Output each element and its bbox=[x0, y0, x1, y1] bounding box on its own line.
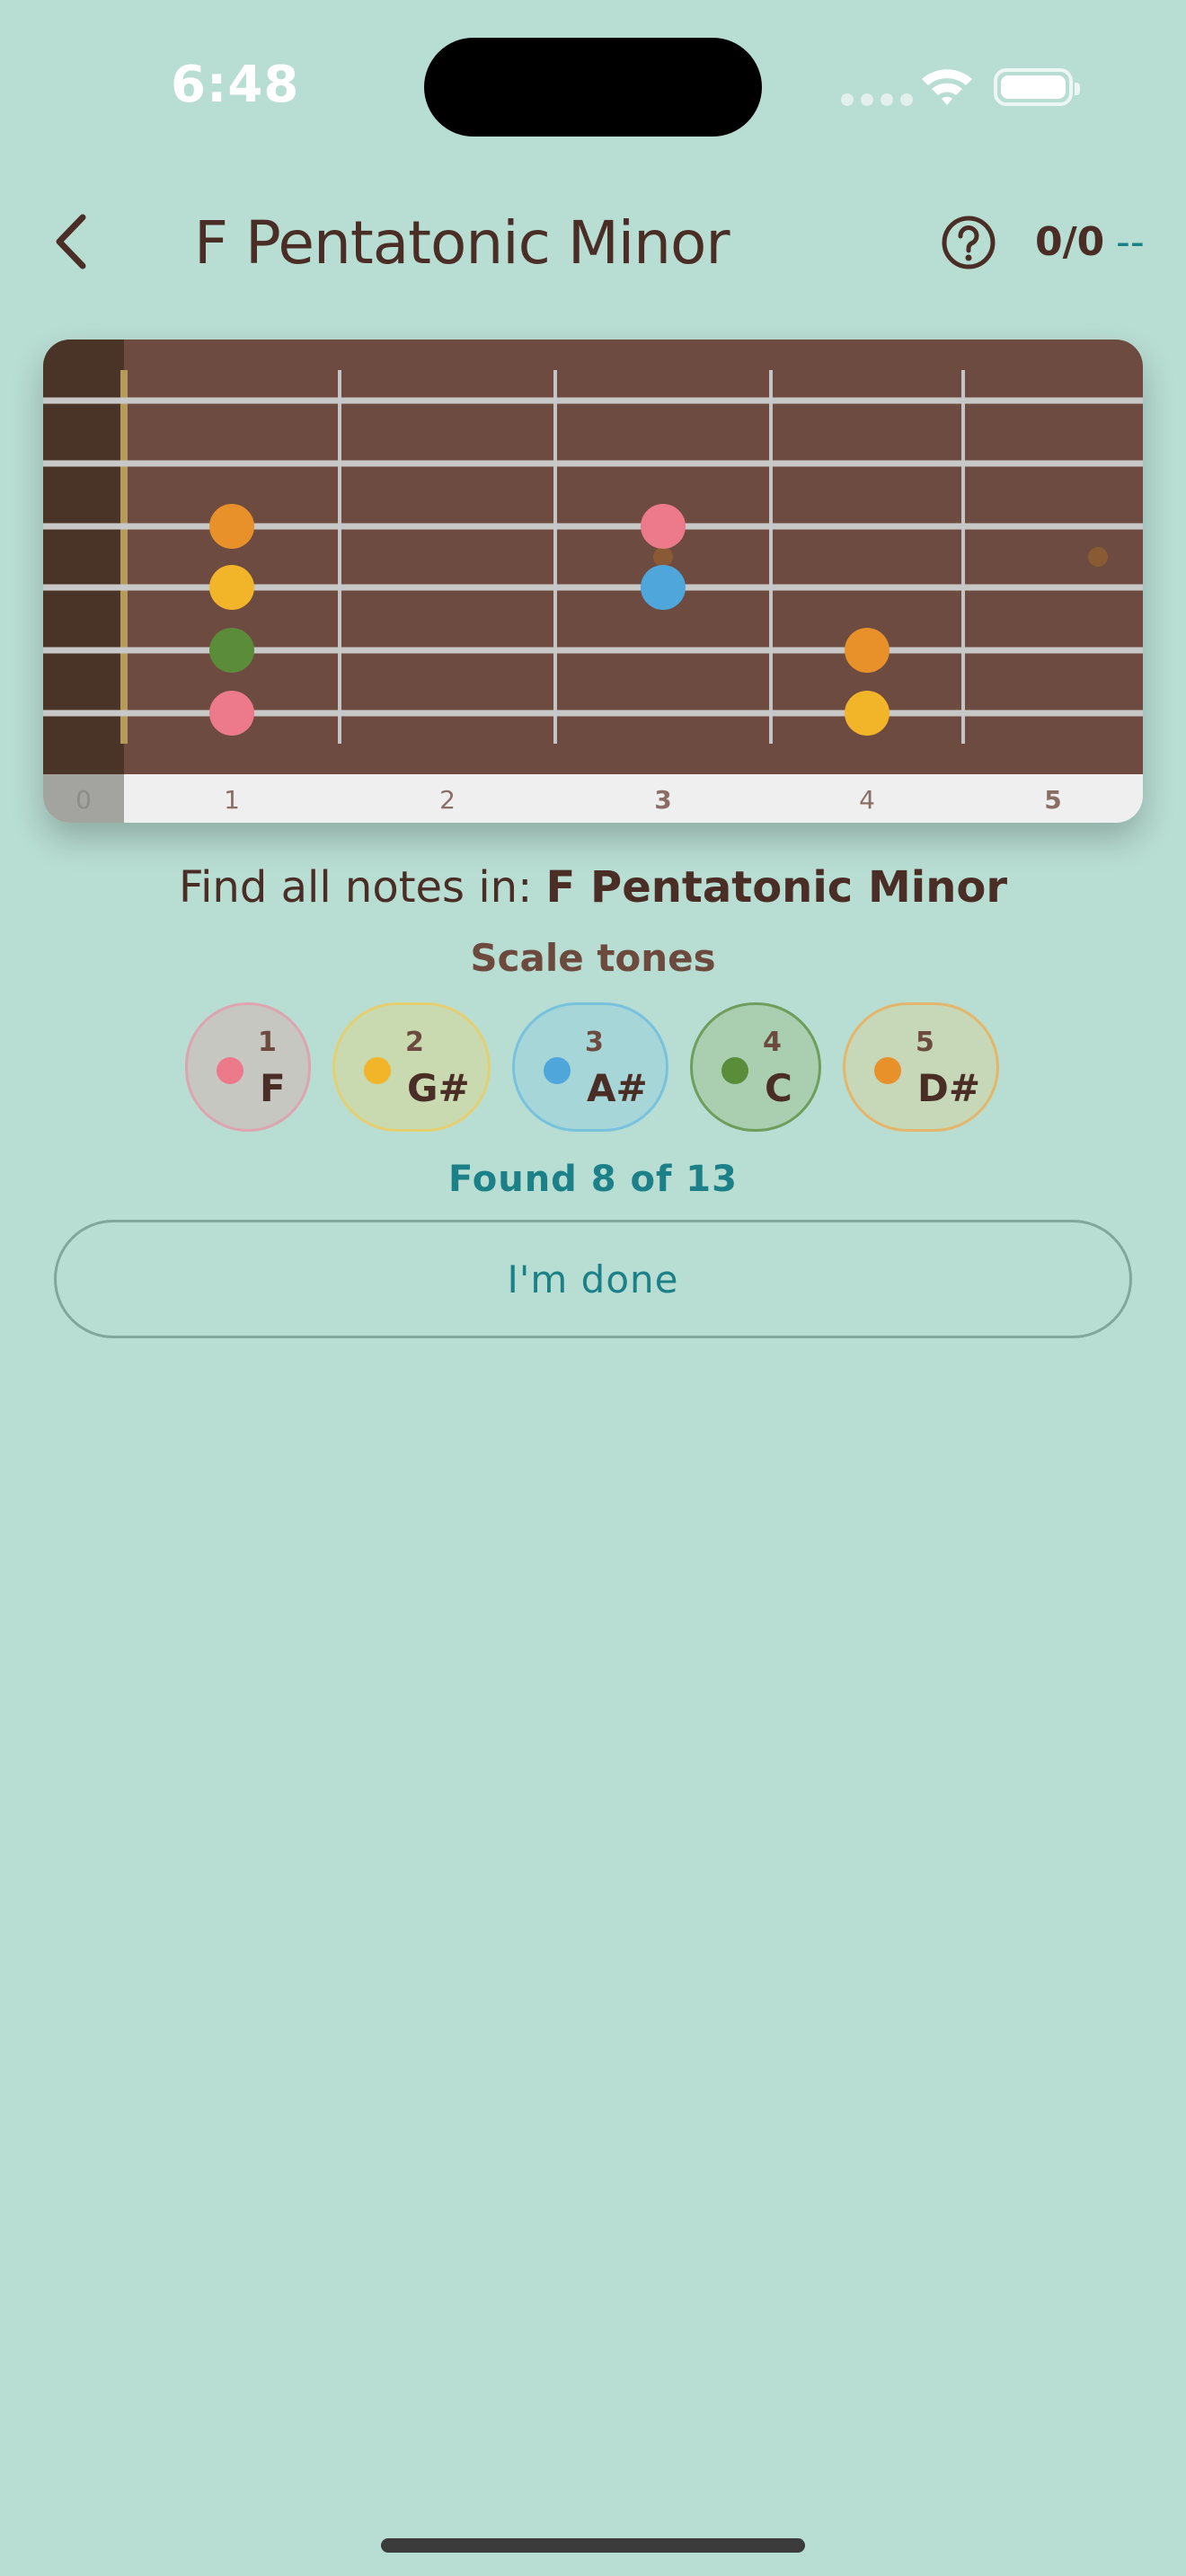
fret-inlay-dot bbox=[1088, 547, 1108, 567]
string-2 bbox=[43, 460, 1143, 467]
fret-inlay-dot bbox=[653, 547, 673, 567]
tone-color-dot bbox=[544, 1057, 571, 1084]
tone-color-dot bbox=[364, 1057, 391, 1084]
tone-note: G# bbox=[407, 1066, 470, 1110]
tone-chip-2[interactable]: 2 G# bbox=[332, 1002, 491, 1132]
home-indicator bbox=[381, 2538, 805, 2553]
wifi-icon bbox=[922, 69, 972, 105]
score-counter: 0/0 bbox=[1035, 219, 1105, 265]
tone-note: C bbox=[765, 1066, 792, 1110]
back-button[interactable] bbox=[47, 210, 101, 273]
fret-wire bbox=[553, 370, 557, 744]
string-6 bbox=[43, 710, 1143, 717]
tone-color-dot bbox=[721, 1057, 748, 1084]
fret-number-label: 0 bbox=[75, 785, 92, 815]
fretboard-wood bbox=[43, 340, 1143, 774]
tone-note: F bbox=[260, 1066, 286, 1110]
tone-chip-5[interactable]: 5 D# bbox=[843, 1002, 999, 1132]
fret-number-label: 2 bbox=[439, 785, 456, 815]
fret-number-label: 5 bbox=[1044, 785, 1061, 815]
prompt-text: Find all notes in: F Pentatonic Minor bbox=[0, 862, 1186, 913]
fret-number-label: 4 bbox=[859, 785, 875, 815]
nut bbox=[120, 370, 128, 744]
cellular-signal-icon bbox=[841, 93, 913, 106]
tone-degree: 3 bbox=[585, 1027, 604, 1058]
status-time: 6:48 bbox=[171, 56, 300, 114]
tone-degree: 4 bbox=[763, 1027, 782, 1058]
prompt-scale-name: F Pentatonic Minor bbox=[545, 862, 1008, 913]
string-4 bbox=[43, 584, 1143, 591]
tone-chip-4[interactable]: 4C bbox=[690, 1002, 821, 1132]
string-1 bbox=[43, 397, 1143, 404]
tone-note: A# bbox=[587, 1066, 648, 1110]
fret-number-label: 3 bbox=[654, 785, 671, 815]
open-string-area bbox=[43, 340, 124, 774]
note-marker[interactable] bbox=[641, 565, 686, 610]
tone-note: D# bbox=[917, 1066, 981, 1110]
chevron-left-icon bbox=[56, 214, 86, 269]
found-progress: Found 8 of 13 bbox=[448, 1159, 738, 1200]
prompt-prefix: Find all notes in: bbox=[178, 862, 546, 913]
note-marker[interactable] bbox=[209, 691, 254, 736]
string-5 bbox=[43, 647, 1143, 654]
string-3 bbox=[43, 523, 1143, 530]
done-button[interactable]: I'm done bbox=[54, 1220, 1132, 1338]
note-marker[interactable] bbox=[209, 565, 254, 610]
question-circle-icon bbox=[942, 216, 996, 269]
note-marker[interactable] bbox=[209, 504, 254, 549]
fret-wire bbox=[338, 370, 341, 744]
note-marker[interactable] bbox=[845, 691, 890, 736]
tone-color-dot bbox=[874, 1057, 901, 1084]
tone-degree: 1 bbox=[258, 1027, 277, 1058]
tone-chip-1[interactable]: 1F bbox=[185, 1002, 311, 1132]
tone-degree: 2 bbox=[405, 1027, 424, 1058]
scale-tones-heading: Scale tones bbox=[470, 936, 716, 980]
note-marker[interactable] bbox=[209, 628, 254, 673]
tone-chip-3[interactable]: 3 A# bbox=[512, 1002, 668, 1132]
streak-indicator: -- bbox=[1116, 219, 1145, 265]
dynamic-island bbox=[424, 38, 762, 137]
tone-color-dot bbox=[217, 1057, 243, 1084]
fret-number-label: 1 bbox=[224, 785, 240, 815]
note-marker[interactable] bbox=[641, 504, 686, 549]
page-title: F Pentatonic Minor bbox=[194, 208, 730, 278]
fret-wire bbox=[769, 370, 773, 744]
tone-degree: 5 bbox=[916, 1027, 934, 1058]
note-marker[interactable] bbox=[845, 628, 890, 673]
battery-icon bbox=[994, 68, 1080, 106]
help-button[interactable] bbox=[940, 214, 997, 271]
fret-wire bbox=[961, 370, 965, 744]
fretboard[interactable]: 0 1 2 3 4 5 bbox=[43, 340, 1143, 823]
fretboard-canvas[interactable]: 0 1 2 3 4 5 bbox=[43, 340, 1143, 823]
